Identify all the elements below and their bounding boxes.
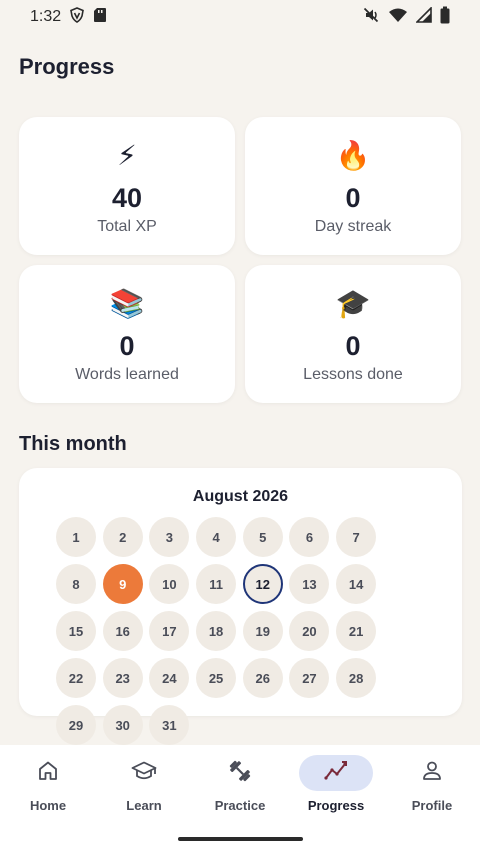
status-left: 1:32 (30, 6, 107, 28)
stat-value: 0 (119, 331, 135, 361)
calendar-day: 20 (289, 611, 330, 651)
sd-card-icon (93, 7, 107, 28)
calendar-day: 24 (149, 658, 190, 698)
chart-line-icon (323, 759, 349, 788)
nav-icon-wrap (203, 755, 277, 791)
page-title: Progress (19, 54, 115, 79)
stat-label: Total XP (97, 218, 157, 235)
section-title-this-month: This month (19, 433, 127, 455)
calendar-day: 3 (149, 517, 190, 557)
signal-icon (415, 5, 432, 28)
nav-icon-wrap (395, 755, 469, 791)
calendar-day: 1 (56, 517, 96, 557)
calendar-day: 22 (56, 658, 96, 698)
wifi-icon (388, 7, 408, 28)
books-icon: 📚 (109, 288, 145, 319)
stat-card-lessons-done: 🎓 0 Lessons done (245, 265, 461, 403)
nav-icon-wrap (11, 755, 85, 791)
graduation-cap-emoji-icon: 🎓 (335, 288, 371, 319)
calendar-day: 25 (196, 658, 237, 698)
dumbbell-icon (227, 758, 253, 789)
calendar-day: 2 (102, 517, 143, 557)
calendar-day: 29 (56, 705, 96, 745)
calendar-day: 30 (102, 705, 143, 745)
calendar-month-label: August 2026 (192, 488, 289, 505)
nav-item-home[interactable]: Home (0, 745, 96, 825)
stat-card-total-xp: ⚡ 40 Total XP (19, 117, 235, 255)
stat-label: Day streak (314, 218, 392, 235)
stat-label: Words learned (75, 366, 179, 383)
calendar-card: August 2026 1 2 3 4 5 6 7 8 9 10 11 12 13 14 15 16 17 18 1… (19, 468, 462, 745)
status-time: 1:32 (30, 8, 62, 25)
person-icon (420, 759, 444, 788)
status-bar: 1:32 (0, 0, 480, 34)
nav-icon-wrap (299, 755, 373, 791)
nav-item-practice[interactable]: Practice (192, 745, 288, 825)
nav-label: Profile (411, 798, 453, 813)
lightning-icon: ⚡ (117, 140, 137, 171)
nav-item-profile[interactable]: Profile (384, 745, 480, 825)
calendar-day: 9 (102, 564, 143, 604)
calendar-day: 28 (336, 658, 377, 698)
calendar-day: 5 (242, 517, 283, 557)
nav-item-learn[interactable]: Learn (96, 745, 192, 825)
calendar-day: 7 (336, 517, 377, 557)
calendar-day: 8 (56, 564, 96, 604)
stat-value: 0 (345, 331, 361, 361)
nav-item-progress[interactable]: Progress (288, 745, 384, 825)
calendar-day: 11 (196, 564, 237, 604)
calendar-day: 27 (289, 658, 330, 698)
calendar-day: 23 (102, 658, 143, 698)
stat-label: Lessons done (303, 366, 403, 383)
stat-card-day-streak: 🔥 0 Day streak (245, 117, 461, 255)
shield-v-icon (69, 6, 85, 28)
nav-label: Practice (214, 798, 266, 813)
calendar-day: 17 (149, 611, 190, 651)
nav-label: Home (29, 798, 67, 813)
calendar-day: 14 (336, 564, 377, 604)
nav-label: Progress (307, 798, 365, 813)
calendar-day: 6 (289, 517, 330, 557)
home-icon (36, 759, 60, 788)
fire-icon: 🔥 (335, 140, 371, 171)
calendar-day: 15 (56, 611, 96, 651)
calendar-day: 31 (149, 705, 190, 745)
stat-value: 40 (111, 183, 143, 213)
status-right (362, 5, 450, 29)
nav-icon-wrap (107, 755, 181, 791)
calendar-day: 16 (102, 611, 143, 651)
calendar-day: 19 (242, 611, 283, 651)
calendar-day: 26 (242, 658, 283, 698)
mute-icon (362, 6, 380, 29)
calendar-day: 4 (196, 517, 237, 557)
calendar-day: 13 (289, 564, 330, 604)
calendar-days-grid: 1 2 3 4 5 6 7 8 9 10 11 12 13 14 15 16 17 18 19 20 21 22 23 24 2… (56, 517, 428, 745)
calendar-day: 18 (196, 611, 237, 651)
stat-value: 0 (345, 183, 361, 213)
stat-card-words-learned: 📚 0 Words learned (19, 265, 235, 403)
calendar-day: 10 (149, 564, 190, 604)
nav-label: Learn (126, 798, 162, 813)
calendar-day: 21 (336, 611, 377, 651)
gesture-bar[interactable] (178, 837, 303, 841)
graduation-cap-icon (131, 759, 157, 788)
calendar-day: 12 (242, 564, 283, 604)
battery-icon (440, 6, 450, 29)
